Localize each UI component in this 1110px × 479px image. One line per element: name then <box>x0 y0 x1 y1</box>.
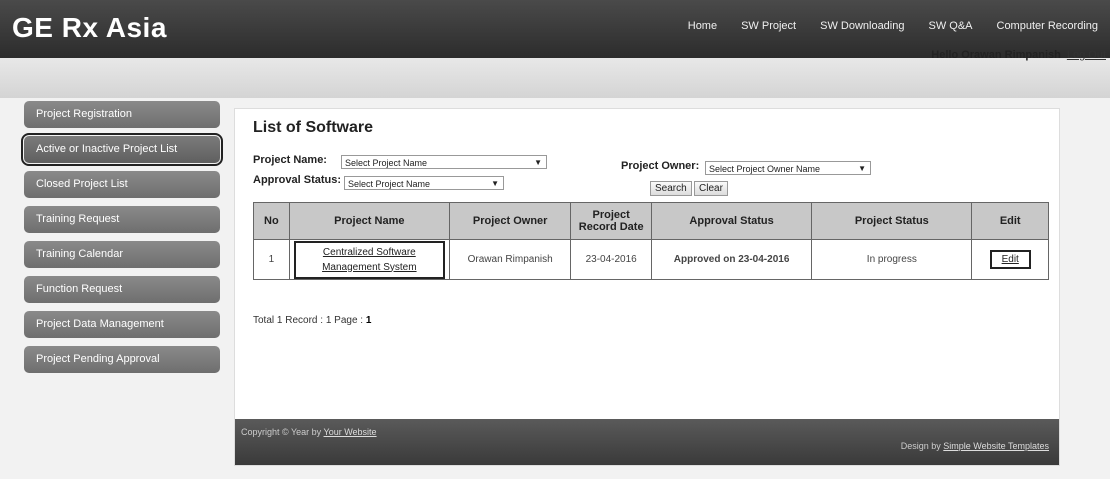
sidebar-item-project-data-management[interactable]: Project Data Management <box>24 311 220 338</box>
footer-website-link[interactable]: Your Website <box>324 427 377 437</box>
col-header-record-date: Project Record Date <box>570 202 652 240</box>
sidebar: Project Registration Active or Inactive … <box>21 101 223 381</box>
col-header-project-owner: Project Owner <box>448 202 572 240</box>
cell-record-date: 23-04-2016 <box>570 239 652 280</box>
nav-sw-downloading[interactable]: SW Downloading <box>820 20 904 32</box>
cell-edit: Edit <box>971 239 1049 280</box>
col-header-approval-status: Approval Status <box>650 202 813 240</box>
main-nav: Home SW Project SW Downloading SW Q&A Co… <box>676 20 1110 32</box>
chevron-down-icon: ▼ <box>858 164 866 173</box>
clear-button[interactable]: Clear <box>694 181 728 196</box>
sidebar-item-project-registration[interactable]: Project Registration <box>24 101 220 128</box>
sidebar-item-training-calendar[interactable]: Training Calendar <box>24 241 220 268</box>
project-owner-select-value: Select Project Owner Name <box>709 164 821 174</box>
cell-project-name: Centralized Software Management System <box>288 239 450 280</box>
cell-project-owner: Orawan Rimpanish <box>448 239 572 280</box>
project-name-select[interactable]: Select Project Name ▼ <box>341 155 547 169</box>
col-header-project-name: Project Name <box>288 202 450 240</box>
software-table: No Project Name Project Owner Project Re… <box>253 202 1049 280</box>
edit-link[interactable]: Edit <box>989 250 1031 269</box>
cell-project-status: In progress <box>811 239 973 280</box>
sidebar-item-project-pending-approval[interactable]: Project Pending Approval <box>24 346 220 373</box>
col-header-project-status: Project Status <box>811 202 973 240</box>
project-owner-select[interactable]: Select Project Owner Name ▼ <box>705 161 871 175</box>
user-greeting: Hello Orawan Rimpanish Log Out <box>931 49 1106 61</box>
sub-bar <box>0 58 1110 98</box>
pagination-summary: Total 1 Record : 1 Page : 1 <box>253 315 371 326</box>
sidebar-item-training-request[interactable]: Training Request <box>24 206 220 233</box>
sidebar-item-active-inactive-project-list[interactable]: Active or Inactive Project List <box>21 133 223 166</box>
page-title: List of Software <box>253 119 374 136</box>
logout-link[interactable]: Log Out <box>1067 49 1106 61</box>
footer-credit-text: Design by <box>900 441 944 451</box>
chevron-down-icon: ▼ <box>534 158 542 167</box>
col-header-no: No <box>253 202 290 240</box>
sidebar-item-function-request[interactable]: Function Request <box>24 276 220 303</box>
project-name-label: Project Name: <box>253 154 327 166</box>
table-row: 1 Centralized Software Management System… <box>253 239 1049 280</box>
search-button[interactable]: Search <box>650 181 692 196</box>
nav-sw-project[interactable]: SW Project <box>741 20 796 32</box>
footer-credit: Design by Simple Website Templates <box>901 441 1049 451</box>
main-panel: List of Software Project Name: Select Pr… <box>234 108 1060 466</box>
nav-sw-qa[interactable]: SW Q&A <box>928 20 972 32</box>
project-name-link[interactable]: Centralized Software Management System <box>293 240 445 279</box>
approval-status-select[interactable]: Select Project Name ▼ <box>344 176 504 190</box>
pagination-current-page[interactable]: 1 <box>366 315 372 326</box>
nav-home[interactable]: Home <box>688 20 717 32</box>
footer-templates-link[interactable]: Simple Website Templates <box>943 441 1049 451</box>
approval-status-label: Approval Status: <box>253 174 342 186</box>
approval-status-select-value: Select Project Name <box>348 179 431 189</box>
chevron-down-icon: ▼ <box>491 179 499 188</box>
col-header-edit: Edit <box>971 202 1049 240</box>
greeting-text: Hello Orawan Rimpanish <box>931 49 1061 61</box>
footer-copyright-text: Copyright © Year by <box>241 427 324 437</box>
nav-computer-recording[interactable]: Computer Recording <box>997 20 1099 32</box>
project-name-select-value: Select Project Name <box>345 158 428 168</box>
footer-copyright: Copyright © Year by Your Website <box>241 427 377 437</box>
cell-no: 1 <box>253 239 290 280</box>
brand-logo: GE Rx Asia <box>12 12 167 43</box>
table-header-row: No Project Name Project Owner Project Re… <box>253 202 1049 240</box>
sidebar-item-closed-project-list[interactable]: Closed Project List <box>24 171 220 198</box>
footer: Copyright © Year by Your Website Design … <box>235 419 1059 465</box>
cell-approval-status: Approved on 23-04-2016 <box>650 239 813 280</box>
project-owner-label: Project Owner: <box>621 160 700 172</box>
pagination-text: Total 1 Record : 1 Page : <box>253 315 366 326</box>
